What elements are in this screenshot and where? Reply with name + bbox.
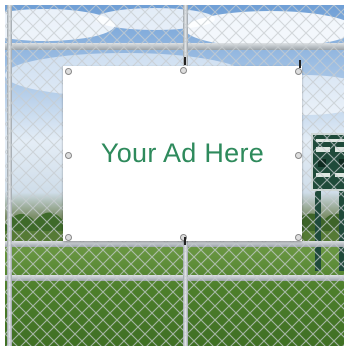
zip-tie (299, 60, 301, 68)
zip-tie (184, 237, 186, 245)
banner-grommet (295, 68, 302, 75)
banner-grommet (180, 67, 187, 74)
banner-grommet (65, 234, 72, 241)
banner-grommet (295, 152, 302, 159)
photo-scene: Your Ad Here (5, 5, 344, 346)
banner-text: Your Ad Here (100, 138, 265, 168)
zip-tie (184, 57, 186, 65)
banner-grommet (65, 68, 72, 75)
ad-banner: Your Ad Here (63, 66, 302, 241)
banner-grommet (295, 234, 302, 241)
banner-grommet (65, 152, 72, 159)
